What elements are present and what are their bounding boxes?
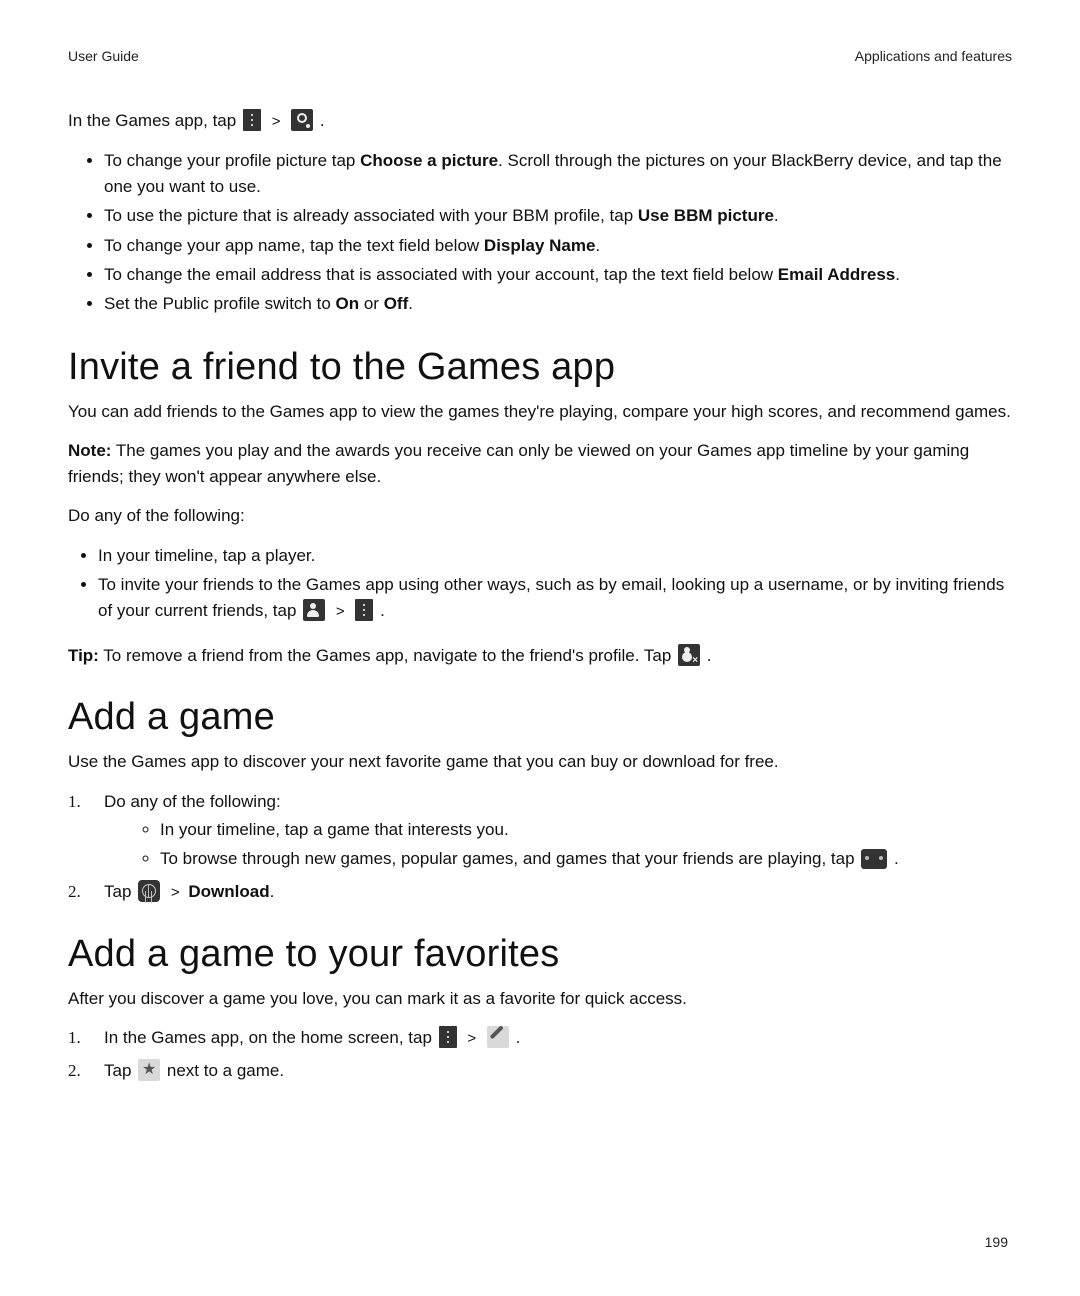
- favorites-intro: After you discover a game you love, you …: [68, 986, 1012, 1012]
- bullet-email-address: To change the email address that is asso…: [104, 262, 1012, 288]
- page: User Guide Applications and features In …: [0, 0, 1080, 1296]
- chevron-right-icon: >: [171, 881, 180, 904]
- addgame-intro: Use the Games app to discover your next …: [68, 749, 1012, 775]
- header-left: User Guide: [68, 48, 139, 64]
- invite-intro: You can add friends to the Games app to …: [68, 399, 1012, 425]
- invite-bullet-tap-player: In your timeline, tap a player.: [98, 543, 1012, 569]
- heading-add-game: Add a game: [68, 696, 1012, 739]
- chevron-right-icon: >: [467, 1027, 476, 1050]
- addgame-step1-bullets: In your timeline, tap a game that intere…: [104, 817, 1012, 873]
- period: .: [707, 646, 712, 665]
- overflow-icon: [439, 1026, 457, 1048]
- invite-note: Note: The games you play and the awards …: [68, 438, 1012, 489]
- period: .: [380, 601, 385, 620]
- chevron-right-icon: >: [336, 600, 345, 623]
- note-label: Note:: [68, 441, 111, 460]
- contacts-icon: [303, 599, 325, 621]
- profile-bullets: To change your profile picture tap Choos…: [68, 148, 1012, 318]
- remove-friend-icon: [678, 644, 700, 666]
- chevron-right-icon: >: [272, 111, 281, 134]
- browse-games-icon: [861, 849, 887, 869]
- bullet-public-profile: Set the Public profile switch to On or O…: [104, 291, 1012, 317]
- addgame-bullet-browse: To browse through new games, popular gam…: [160, 846, 1012, 872]
- period: .: [320, 111, 325, 130]
- invite-bullet-other-ways: To invite your friends to the Games app …: [98, 572, 1012, 625]
- overflow-icon: [355, 599, 373, 621]
- tip-label: Tip:: [68, 646, 99, 665]
- heading-invite-friend: Invite a friend to the Games app: [68, 346, 1012, 389]
- addgame-bullet-timeline: In your timeline, tap a game that intere…: [160, 817, 1012, 843]
- overflow-icon: [243, 109, 261, 131]
- star-icon: [138, 1059, 160, 1081]
- period: .: [270, 882, 275, 901]
- bullet-display-name: To change your app name, tap the text fi…: [104, 233, 1012, 259]
- page-number: 199: [985, 1234, 1008, 1250]
- favorites-step-1: In the Games app, on the home screen, ta…: [68, 1025, 1012, 1051]
- edit-icon: [487, 1026, 509, 1048]
- favorites-steps: In the Games app, on the home screen, ta…: [68, 1025, 1012, 1084]
- addgame-steps: Do any of the following: In your timelin…: [68, 789, 1012, 905]
- favorites-step-2: Tap next to a game.: [68, 1058, 1012, 1084]
- heading-add-favorite: Add a game to your favorites: [68, 933, 1012, 976]
- bullet-choose-picture: To change your profile picture tap Choos…: [104, 148, 1012, 201]
- profile-settings-icon: [291, 109, 313, 131]
- addgame-step-2: Tap > Download.: [68, 879, 1012, 905]
- app-world-icon: [138, 880, 160, 902]
- invite-do-any: Do any of the following:: [68, 503, 1012, 529]
- intro-text: In the Games app, tap: [68, 111, 236, 130]
- addgame-step-1: Do any of the following: In your timelin…: [68, 789, 1012, 873]
- invite-bullets: In your timeline, tap a player. To invit…: [68, 543, 1012, 625]
- bullet-use-bbm-picture: To use the picture that is already assoc…: [104, 203, 1012, 229]
- header-right: Applications and features: [855, 48, 1012, 64]
- period: .: [516, 1028, 521, 1047]
- running-header: User Guide Applications and features: [68, 48, 1012, 64]
- invite-tip: Tip: To remove a friend from the Games a…: [68, 643, 1012, 669]
- period: .: [894, 849, 899, 868]
- intro-line: In the Games app, tap > .: [68, 108, 1012, 134]
